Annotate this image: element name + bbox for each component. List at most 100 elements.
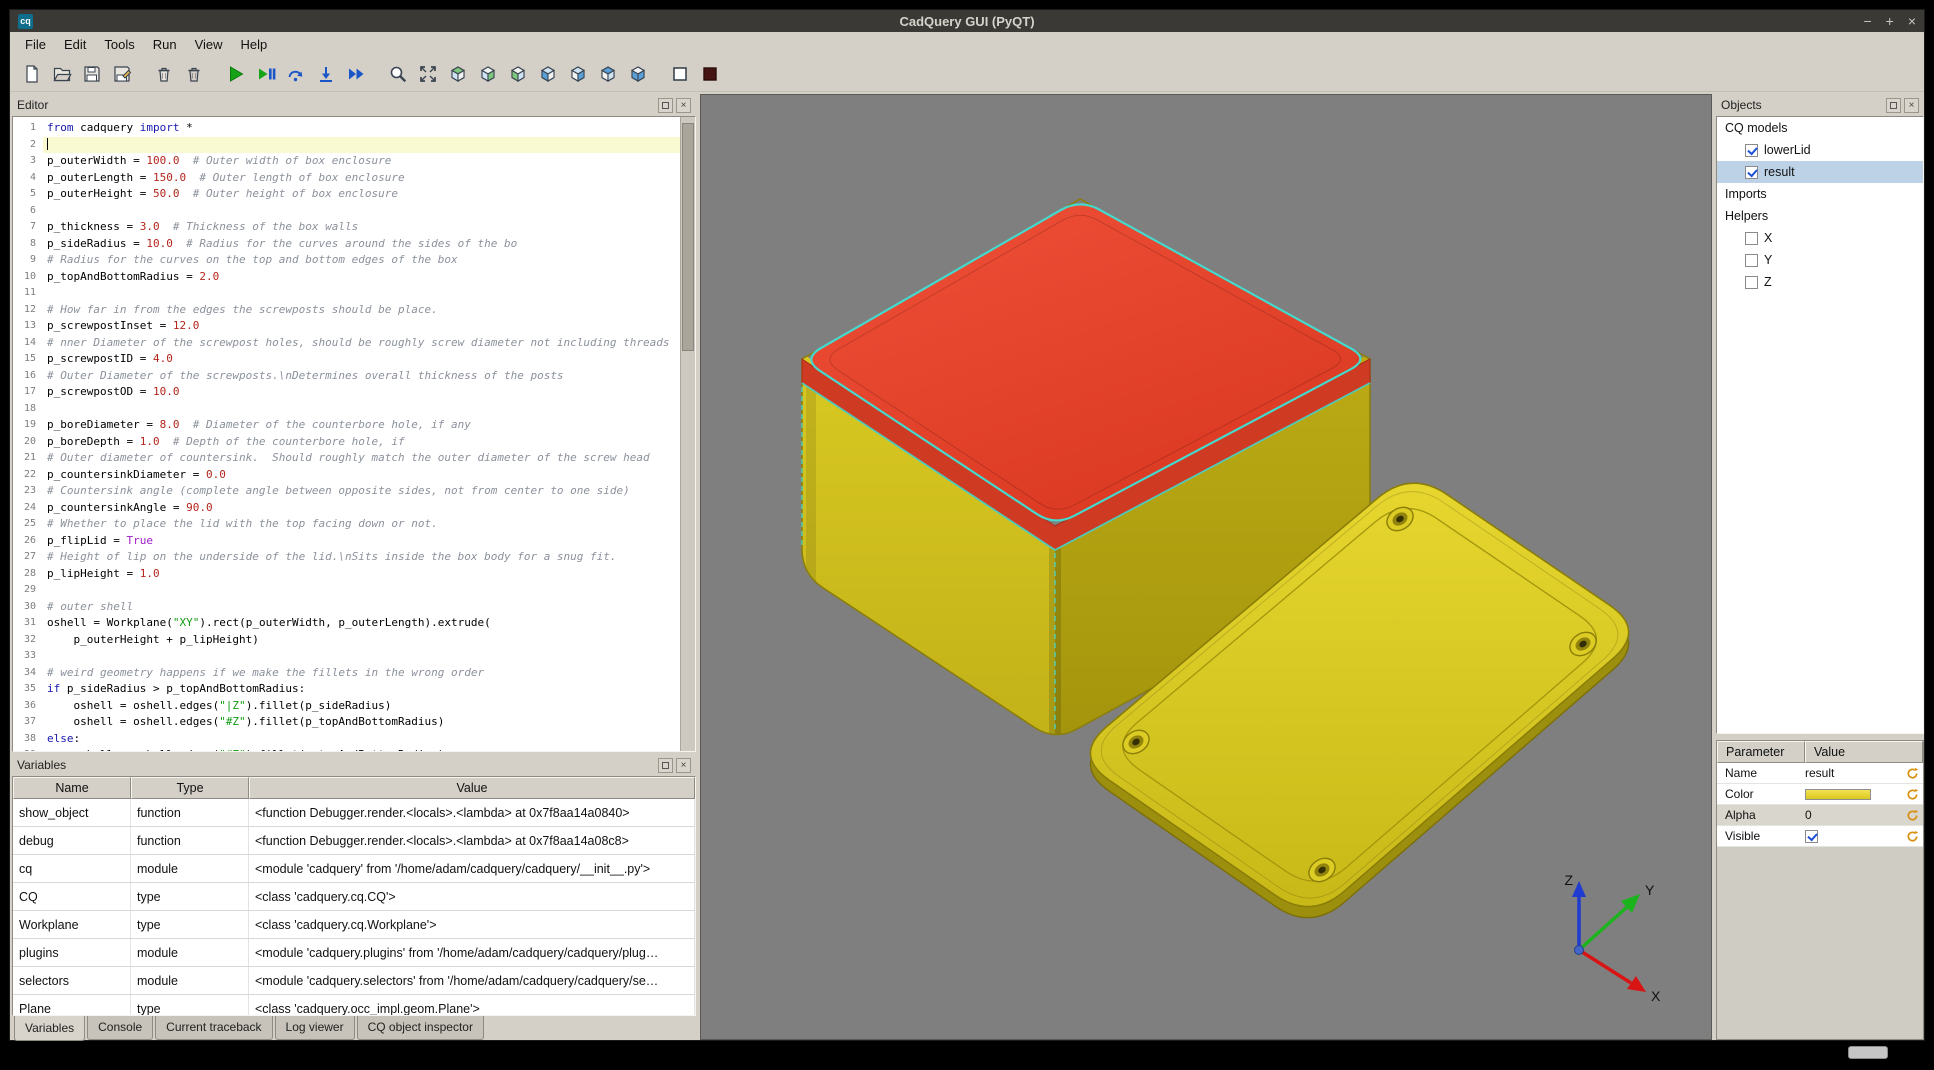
maximize-button[interactable]: + <box>1886 11 1894 31</box>
menu-tools[interactable]: Tools <box>95 34 143 55</box>
reset-icon[interactable] <box>1901 767 1923 780</box>
tree-item-z[interactable]: Z <box>1717 271 1923 293</box>
bottom-view-button[interactable] <box>624 60 651 87</box>
code-line[interactable]: 1from cadquery import * <box>13 120 680 137</box>
variable-row-cq[interactable]: cqmodule<module 'cadquery' from '/home/a… <box>13 855 695 883</box>
code-line[interactable]: 23# Countersink angle (complete angle be… <box>13 483 680 500</box>
checkbox[interactable] <box>1745 276 1758 289</box>
code-line[interactable]: 11 <box>13 285 680 302</box>
checkbox[interactable] <box>1745 166 1758 179</box>
code-line[interactable]: 2 <box>13 137 680 154</box>
code-line[interactable]: 31oshell = Workplane("XY").rect(p_outerW… <box>13 615 680 632</box>
checkbox[interactable] <box>1745 144 1758 157</box>
editor-close-button[interactable]: × <box>676 98 691 113</box>
code-line[interactable]: 7p_thickness = 3.0 # Thickness of the bo… <box>13 219 680 236</box>
tree-item-imports[interactable]: Imports <box>1717 183 1923 205</box>
code-line[interactable]: 14# nner Diameter of the screwpost holes… <box>13 335 680 352</box>
tab-current-traceback[interactable]: Current traceback <box>155 1016 272 1040</box>
variable-row-plane[interactable]: Planetype<class 'cadquery.occ_impl.geom.… <box>13 995 695 1015</box>
code-line[interactable]: 28p_lipHeight = 1.0 <box>13 566 680 583</box>
step-into-button[interactable] <box>312 60 339 87</box>
new-script-button[interactable] <box>18 60 45 87</box>
iso-view-button[interactable] <box>444 60 471 87</box>
tree-item-helpers[interactable]: Helpers <box>1717 205 1923 227</box>
wireframe-toggle-button[interactable] <box>666 60 693 87</box>
reset-icon[interactable] <box>1901 788 1923 801</box>
checkbox[interactable] <box>1745 254 1758 267</box>
tree-item-lowerlid[interactable]: lowerLid <box>1717 139 1923 161</box>
menu-help[interactable]: Help <box>232 34 277 55</box>
open-script-button[interactable] <box>48 60 75 87</box>
zoom-button[interactable] <box>384 60 411 87</box>
stop-button[interactable] <box>696 60 723 87</box>
variable-row-selectors[interactable]: selectorsmodule<module 'cadquery.selecto… <box>13 967 695 995</box>
visible-checkbox[interactable] <box>1805 830 1818 843</box>
checkbox[interactable] <box>1745 232 1758 245</box>
minimize-button[interactable]: − <box>1863 11 1871 31</box>
back-view-button[interactable] <box>504 60 531 87</box>
continue-button[interactable] <box>342 60 369 87</box>
code-line[interactable]: 8p_sideRadius = 10.0 # Radius for the cu… <box>13 236 680 253</box>
close-button[interactable]: × <box>1908 11 1916 31</box>
tab-cq-object-inspector[interactable]: CQ object inspector <box>357 1016 484 1040</box>
code-line[interactable]: 22p_countersinkDiameter = 0.0 <box>13 467 680 484</box>
left-view-button[interactable] <box>534 60 561 87</box>
clear-button[interactable] <box>150 60 177 87</box>
column-header-name[interactable]: Name <box>13 777 131 799</box>
variable-row-debug[interactable]: debugfunction<function Debugger.render.<… <box>13 827 695 855</box>
code-line[interactable]: 27# Height of lip on the underside of th… <box>13 549 680 566</box>
variable-row-cq[interactable]: CQtype<class 'cadquery.cq.CQ'> <box>13 883 695 911</box>
code-line[interactable]: 39 oshell = oshell.edges("#Z").fillet(p_… <box>13 747 680 751</box>
tree-item-cq-models[interactable]: CQ models <box>1717 117 1923 139</box>
column-header-type[interactable]: Type <box>131 777 249 799</box>
code-line[interactable]: 38else: <box>13 731 680 748</box>
code-line[interactable]: 6 <box>13 203 680 220</box>
code-line[interactable]: 37 oshell = oshell.edges("#Z").fillet(p_… <box>13 714 680 731</box>
color-swatch[interactable] <box>1805 789 1871 800</box>
menu-file[interactable]: File <box>16 34 55 55</box>
code-line[interactable]: 26p_flipLid = True <box>13 533 680 550</box>
objects-float-button[interactable] <box>1886 98 1901 113</box>
tab-console[interactable]: Console <box>87 1016 153 1040</box>
menu-edit[interactable]: Edit <box>55 34 95 55</box>
viewport-3d[interactable]: Z Y X <box>700 94 1712 1040</box>
code-line[interactable]: 3p_outerWidth = 100.0 # Outer width of b… <box>13 153 680 170</box>
delete-button[interactable] <box>180 60 207 87</box>
param-value[interactable] <box>1805 830 1901 843</box>
editor-scrollbar[interactable] <box>680 117 695 751</box>
save-as-button[interactable] <box>108 60 135 87</box>
step-over-button[interactable] <box>282 60 309 87</box>
right-view-button[interactable] <box>564 60 591 87</box>
code-line[interactable]: 33 <box>13 648 680 665</box>
code-line[interactable]: 4p_outerLength = 150.0 # Outer length of… <box>13 170 680 187</box>
code-line[interactable]: 9# Radius for the curves on the top and … <box>13 252 680 269</box>
code-line[interactable]: 25# Whether to place the lid with the to… <box>13 516 680 533</box>
tree-item-y[interactable]: Y <box>1717 249 1923 271</box>
code-line[interactable]: 10p_topAndBottomRadius = 2.0 <box>13 269 680 286</box>
code-area[interactable]: 1from cadquery import *23p_outerWidth = … <box>13 117 680 751</box>
tab-variables[interactable]: Variables <box>14 1016 85 1041</box>
variable-row-plugins[interactable]: pluginsmodule<module 'cadquery.plugins' … <box>13 939 695 967</box>
tree-item-x[interactable]: X <box>1717 227 1923 249</box>
variables-close-button[interactable]: × <box>676 758 691 773</box>
titlebar[interactable]: cq CadQuery GUI (PyQT) − + × <box>10 10 1924 32</box>
menu-view[interactable]: View <box>186 34 232 55</box>
save-script-button[interactable] <box>78 60 105 87</box>
variable-row-workplane[interactable]: Workplanetype<class 'cadquery.cq.Workpla… <box>13 911 695 939</box>
code-line[interactable]: 15p_screwpostID = 4.0 <box>13 351 680 368</box>
code-line[interactable]: 36 oshell = oshell.edges("|Z").fillet(p_… <box>13 698 680 715</box>
render-button[interactable] <box>222 60 249 87</box>
code-line[interactable]: 34# weird geometry happens if we make th… <box>13 665 680 682</box>
code-line[interactable]: 20p_boreDepth = 1.0 # Depth of the count… <box>13 434 680 451</box>
code-line[interactable]: 5p_outerHeight = 50.0 # Outer height of … <box>13 186 680 203</box>
variables-float-button[interactable] <box>658 758 673 773</box>
code-line[interactable]: 19p_boreDiameter = 8.0 # Diameter of the… <box>13 417 680 434</box>
editor-float-button[interactable] <box>658 98 673 113</box>
front-view-button[interactable] <box>474 60 501 87</box>
reset-icon[interactable] <box>1901 830 1923 843</box>
param-value[interactable] <box>1805 789 1901 800</box>
debug-button[interactable] <box>252 60 279 87</box>
variable-row-show-object[interactable]: show_objectfunction<function Debugger.re… <box>13 799 695 827</box>
code-editor[interactable]: 1from cadquery import *23p_outerWidth = … <box>12 116 696 752</box>
column-header-value[interactable]: Value <box>249 777 695 799</box>
